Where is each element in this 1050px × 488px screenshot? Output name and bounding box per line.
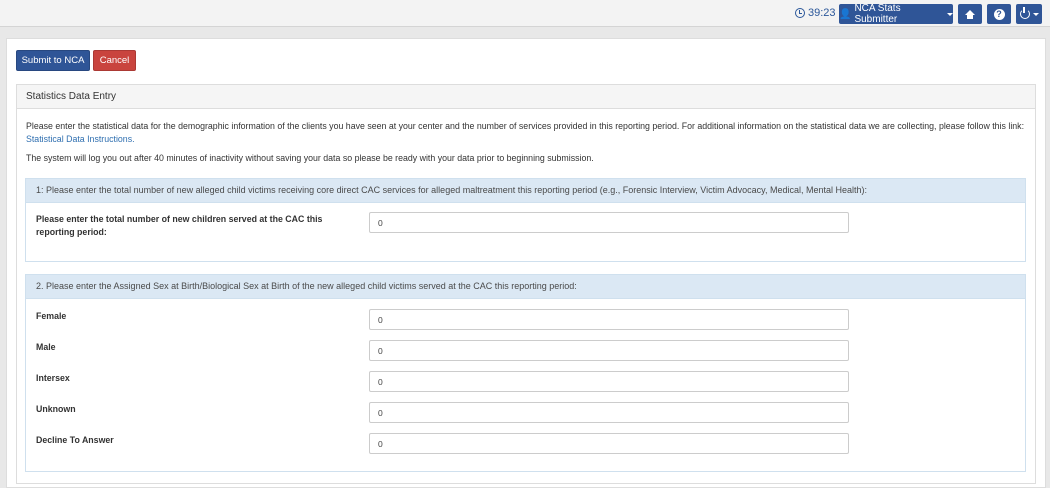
home-icon [965, 9, 975, 19]
male-label: Male [36, 342, 56, 352]
intersex-label: Intersex [36, 373, 70, 383]
intro-paragraph: Please enter the statistical data for th… [26, 120, 1031, 146]
total-children-label: Please enter the total number of new chi… [36, 214, 323, 237]
power-icon [1019, 7, 1030, 19]
clock-icon [795, 8, 805, 18]
caret-down-icon [1032, 12, 1039, 16]
decline-to-answer-label: Decline To Answer [36, 435, 114, 445]
caret-down-icon [947, 12, 953, 16]
total-children-input[interactable] [369, 212, 849, 233]
unknown-input[interactable] [369, 402, 849, 423]
intersex-input[interactable] [369, 371, 849, 392]
help-icon: ? [993, 8, 1005, 20]
section1-heading: 1: Please enter the total number of new … [26, 179, 1025, 203]
panel-title: Statistics Data Entry [17, 85, 1035, 109]
top-navbar: 39:23 👤 NCA Stats Submitter ? [0, 0, 1050, 27]
session-timer: 39:23 [795, 7, 836, 19]
logout-notice: The system will log you out after 40 min… [26, 153, 594, 163]
section2-heading: 2. Please enter the Assigned Sex at Birt… [26, 275, 1025, 299]
user-icon: 👤 [839, 8, 852, 20]
power-menu-button[interactable] [1016, 4, 1042, 24]
user-menu-label: NCA Stats Submitter [854, 3, 901, 25]
cancel-button[interactable]: Cancel [93, 50, 136, 71]
submit-to-nca-button[interactable]: Submit to NCA [16, 50, 90, 71]
home-button[interactable] [958, 4, 982, 24]
female-label: Female [36, 311, 67, 321]
instructions-link[interactable]: Statistical Data Instructions. [26, 134, 135, 144]
unknown-label: Unknown [36, 404, 76, 414]
decline-to-answer-input[interactable] [369, 433, 849, 454]
male-input[interactable] [369, 340, 849, 361]
intro-text: Please enter the statistical data for th… [26, 121, 1025, 131]
user-menu-button[interactable]: 👤 NCA Stats Submitter [839, 3, 953, 25]
female-input[interactable] [369, 309, 849, 330]
help-button[interactable]: ? [987, 4, 1011, 24]
timer-text: 39:23 [808, 7, 836, 19]
